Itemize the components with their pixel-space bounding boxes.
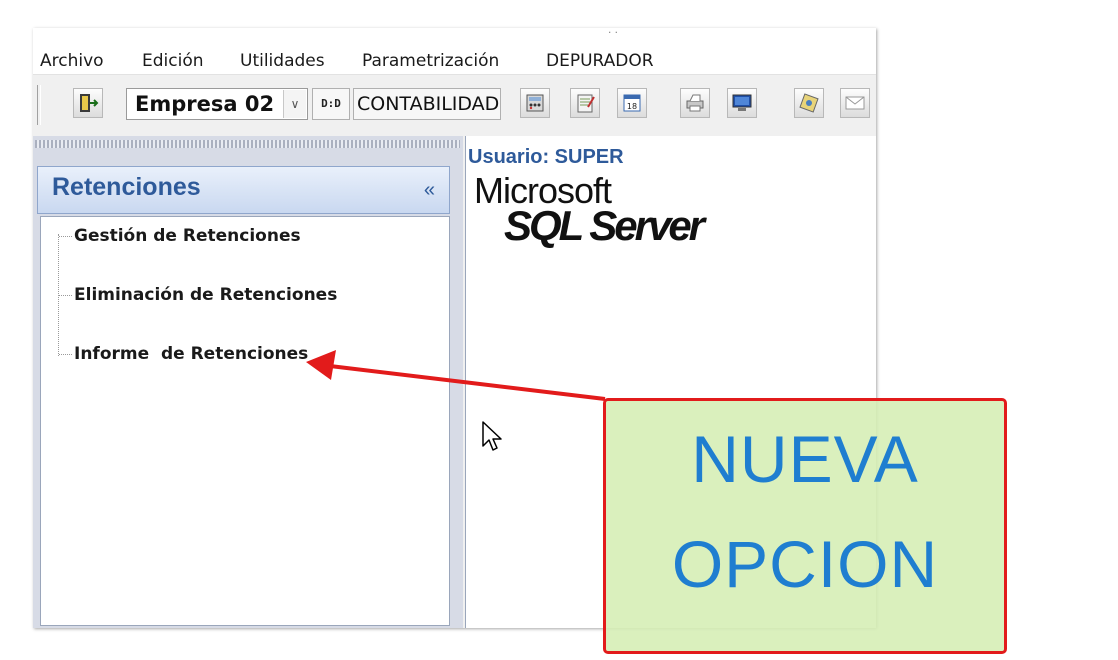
callout-line1: NUEVA: [691, 422, 919, 496]
new-option-callout: NUEVA OPCION: [603, 398, 1007, 654]
callout-line2: OPCION: [671, 527, 939, 601]
